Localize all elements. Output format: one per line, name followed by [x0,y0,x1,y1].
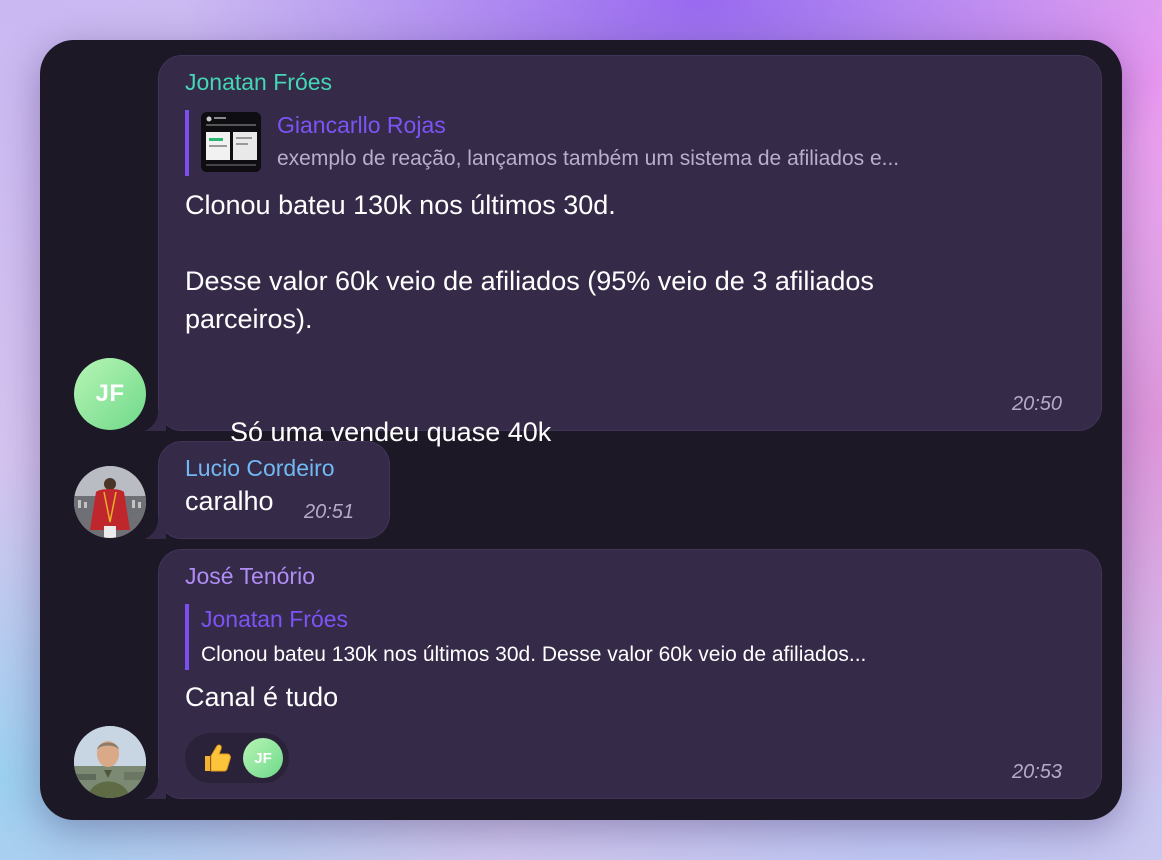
reply-quote[interactable]: Jonatan Fróes Clonou bateu 130k nos últi… [185,604,1079,670]
sender-name[interactable]: Jonatan Fróes [185,69,332,96]
reaction-user-avatar: JF [243,738,283,778]
bubble-tail [144,779,166,799]
reply-quote[interactable]: Giancarllo Rojas exemplo de reação, lanç… [185,110,1079,176]
sender-name[interactable]: Lucio Cordeiro [185,455,335,482]
reaction-chip[interactable]: JF [185,733,289,783]
message-text-line: Clonou bateu 130k nos últimos 30d. [185,190,616,220]
reply-thumbnail-image [201,112,261,172]
message-timestamp: 20:51 [304,501,355,523]
message-text: Canal é tudo [185,682,339,712]
avatar[interactable]: JF [74,358,146,430]
thumbs-up-icon [205,744,231,772]
reply-sender-name: Jonatan Fróes [201,606,349,632]
avatar[interactable] [74,466,146,538]
chat-window: Jonatan Fróes Giancarllo Rojas exemplo d… [40,40,1122,820]
message-text: caralho [185,486,274,516]
bubble-tail [144,411,166,431]
reply-preview-text: Clonou bateu 130k nos últimos 30d. Desse… [201,643,867,666]
avatar-initials: JF [95,380,125,407]
message-text-line: parceiros). [185,304,313,334]
message-text-line: Desse valor 60k veio de afiliados (95% v… [185,266,874,296]
avatar[interactable] [74,726,146,798]
bubble-tail [144,519,166,539]
reply-preview-text: exemplo de reação, lançamos também um si… [277,147,900,170]
sender-name[interactable]: José Tenório [185,563,315,590]
message-timestamp: 20:53 [1012,761,1063,783]
message-timestamp: 20:50 [1012,393,1063,415]
reply-sender-name: Giancarllo Rojas [277,112,446,138]
reaction-user-initials: JF [254,749,272,767]
